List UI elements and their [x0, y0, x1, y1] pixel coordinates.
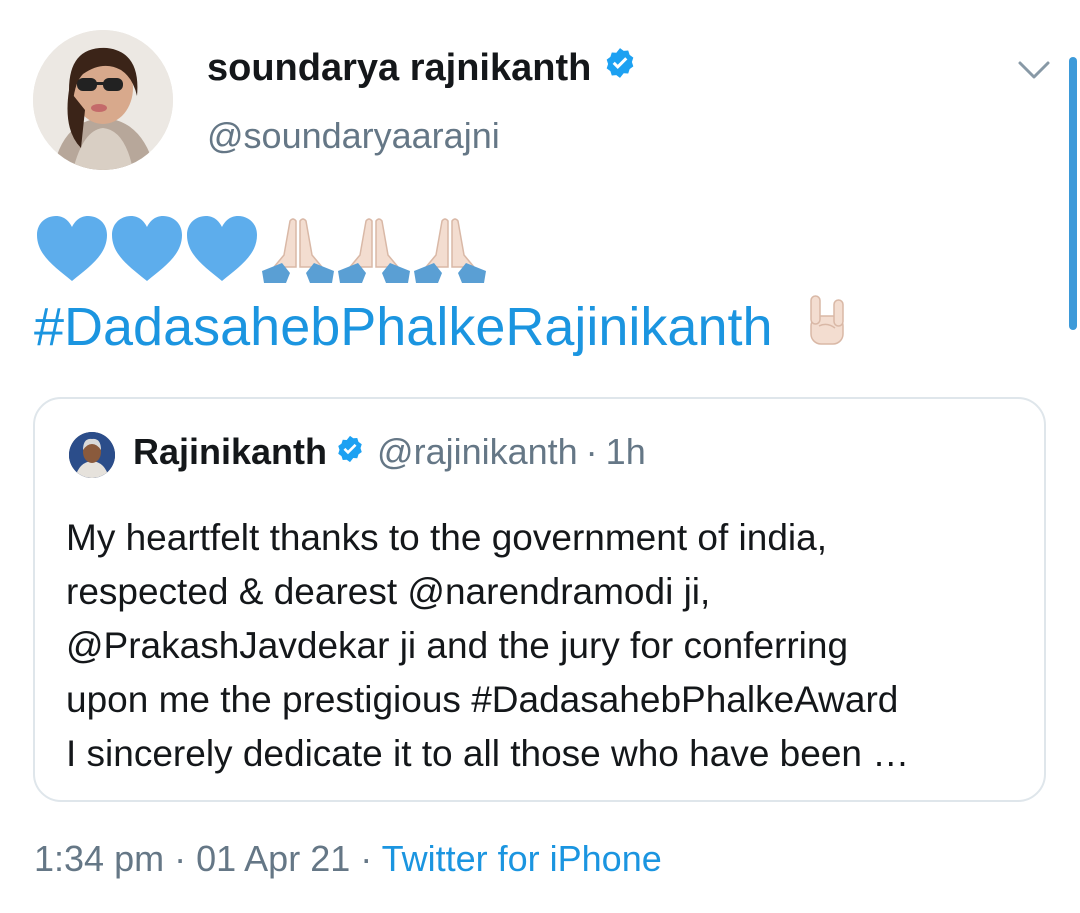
- blue-heart-icon: [112, 216, 182, 281]
- verified-badge-icon: [603, 46, 637, 90]
- quoted-text-line: I sincerely dedicate it to all those who…: [66, 733, 910, 774]
- tweet-time[interactable]: 1:34 pm: [34, 838, 164, 879]
- folded-hands-icon: [262, 218, 334, 283]
- author-display-name-row[interactable]: soundarya rajnikanth: [207, 46, 637, 90]
- quoted-avatar-image: [69, 432, 115, 478]
- hashtag-link[interactable]: #DadasahebPhalkeRajinikanth: [34, 296, 773, 358]
- author-handle[interactable]: @soundaryaarajni: [207, 115, 500, 157]
- tweet-emoji-row: [35, 210, 488, 285]
- quoted-tweet-time[interactable]: 1h: [606, 431, 646, 473]
- quoted-text-line: respected & dearest @narendramodi ji,: [66, 571, 711, 612]
- scrollbar[interactable]: [1069, 57, 1077, 330]
- folded-hands-icon: [338, 218, 410, 283]
- avatar-image: [33, 30, 173, 170]
- tweet-source-link[interactable]: Twitter for iPhone: [382, 838, 662, 879]
- verified-badge-icon: [335, 431, 365, 473]
- separator-dot: ·: [585, 431, 598, 472]
- folded-hands-icon: [414, 218, 486, 283]
- author-display-name[interactable]: soundarya rajnikanth: [207, 47, 591, 90]
- tweet-date[interactable]: 01 Apr 21: [196, 838, 350, 879]
- quoted-tweet-text: My heartfelt thanks to the government of…: [66, 511, 1036, 781]
- quoted-tweet-header: Rajinikanth @rajinikanth · 1h: [133, 431, 646, 473]
- separator-dot: ·: [174, 838, 187, 879]
- sign-of-the-horns-icon: [803, 292, 851, 361]
- blue-heart-icon: [187, 216, 257, 281]
- quoted-text-line: @PrakashJavdekar ji and the jury for con…: [66, 625, 849, 666]
- tweet-hashtag-line: #DadasahebPhalkeRajinikanth: [34, 292, 851, 361]
- quoted-text-line: upon me the prestigious #DadasahebPhalke…: [66, 679, 899, 720]
- quoted-author-name[interactable]: Rajinikanth: [133, 431, 327, 473]
- quoted-author-handle[interactable]: @rajinikanth: [377, 431, 578, 473]
- blue-heart-icon: [37, 216, 107, 281]
- quoted-tweet-card[interactable]: Rajinikanth @rajinikanth · 1h My heartfe…: [33, 397, 1046, 802]
- chevron-down-icon[interactable]: [1016, 55, 1052, 85]
- separator-dot: ·: [360, 838, 373, 879]
- quoted-text-line: My heartfelt thanks to the government of…: [66, 517, 827, 558]
- quoted-author-avatar[interactable]: [69, 432, 115, 478]
- author-avatar[interactable]: [33, 30, 173, 170]
- tweet-footer: 1:34 pm · 01 Apr 21 · Twitter for iPhone: [34, 838, 662, 880]
